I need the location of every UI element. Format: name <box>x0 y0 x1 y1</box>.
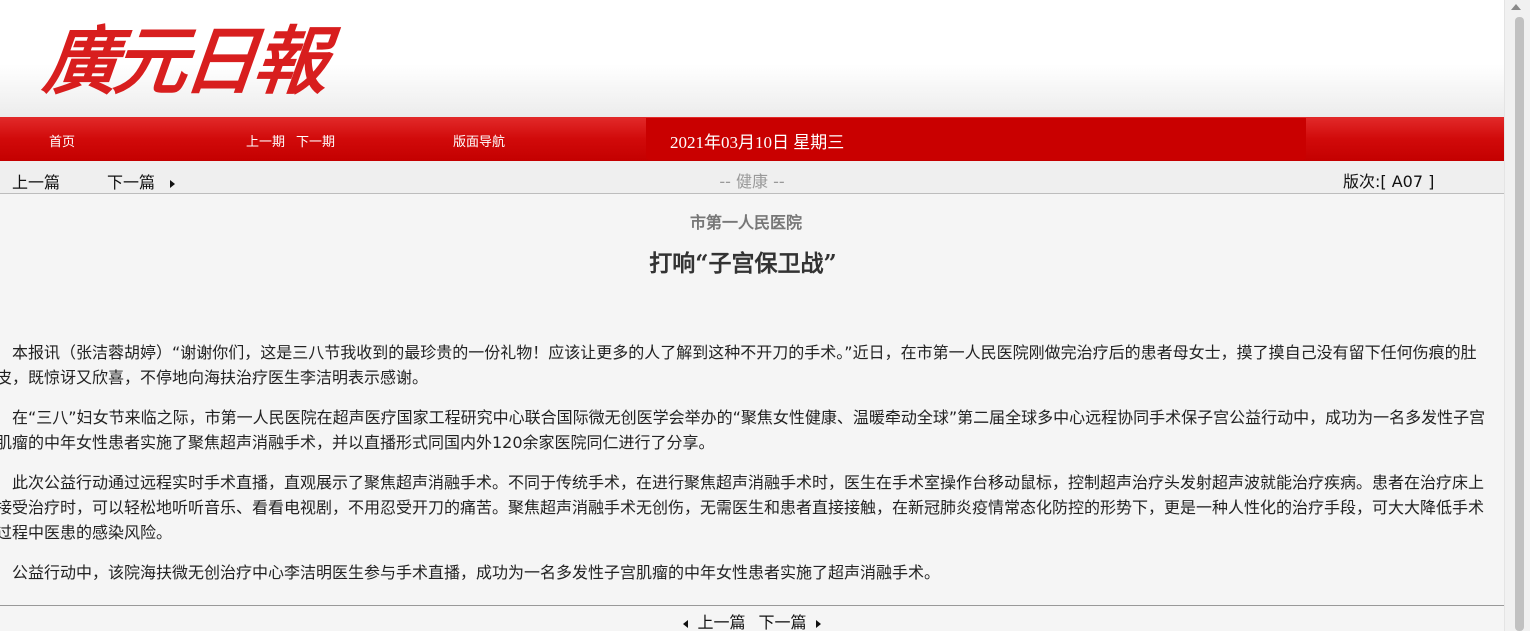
section-label: -- 健康 -- <box>719 172 785 191</box>
newspaper-page: 廣元日報 首页 上一期 下一期 版面导航 2021年03月10日 星期三 上一篇… <box>0 0 1504 631</box>
triangle-left-icon <box>683 619 689 628</box>
article-pretitle: 市第一人民医院 <box>689 213 802 232</box>
issue-date: 2021年03月10日 星期三 <box>670 133 845 152</box>
bottom-prev-article-link[interactable]: 上一篇 <box>697 613 745 631</box>
nav-next-issue-link[interactable]: 下一期 <box>296 131 335 150</box>
article-paragraph: 此次公益行动通过远程实时手术直播，直观展示了聚焦超声消融手术。不同于传统手术，在… <box>0 473 1485 542</box>
article-headline: 打响“子宫保卫战” <box>649 250 837 277</box>
article-paragraph: 在“三八”妇女节来临之际，市第一人民医院在超声医疗国家工程研究中心联合国际微无创… <box>0 408 1486 452</box>
article-paragraph: 本报讯（张洁蓉胡婷）“谢谢你们，这是三八节我收到的最珍贵的一份礼物！应该让更多的… <box>0 343 1477 387</box>
article-paragraph: 公益行动中，该院海扶微无创治疗中心李洁明医生参与手术直播，成功为一名多发性子宫肌… <box>12 563 941 582</box>
article-body: 本报讯（张洁蓉胡婷）“谢谢你们，这是三八节我收到的最珍贵的一份礼物！应该让更多的… <box>0 340 1490 600</box>
edition-number: 版次:[ A07 ] <box>1343 172 1435 191</box>
triangle-right-icon <box>815 619 821 628</box>
nav-home-link[interactable]: 首页 <box>49 131 75 150</box>
masthead: 廣元日報 <box>0 0 1504 117</box>
bottom-article-nav: 上一篇 下一篇 <box>0 609 1504 631</box>
bottom-divider <box>0 605 1504 606</box>
scrollbar-thumb[interactable] <box>1515 17 1524 631</box>
nav-page-nav-link[interactable]: 版面导航 <box>453 131 505 150</box>
bottom-next-article-link[interactable]: 下一篇 <box>759 613 807 631</box>
logo-text: 廣元日報 <box>39 19 329 105</box>
newspaper-logo[interactable]: 廣元日報 <box>39 14 328 110</box>
scroll-up-arrow-icon[interactable] <box>1511 4 1521 10</box>
nav-prev-issue-link[interactable]: 上一期 <box>246 131 285 150</box>
